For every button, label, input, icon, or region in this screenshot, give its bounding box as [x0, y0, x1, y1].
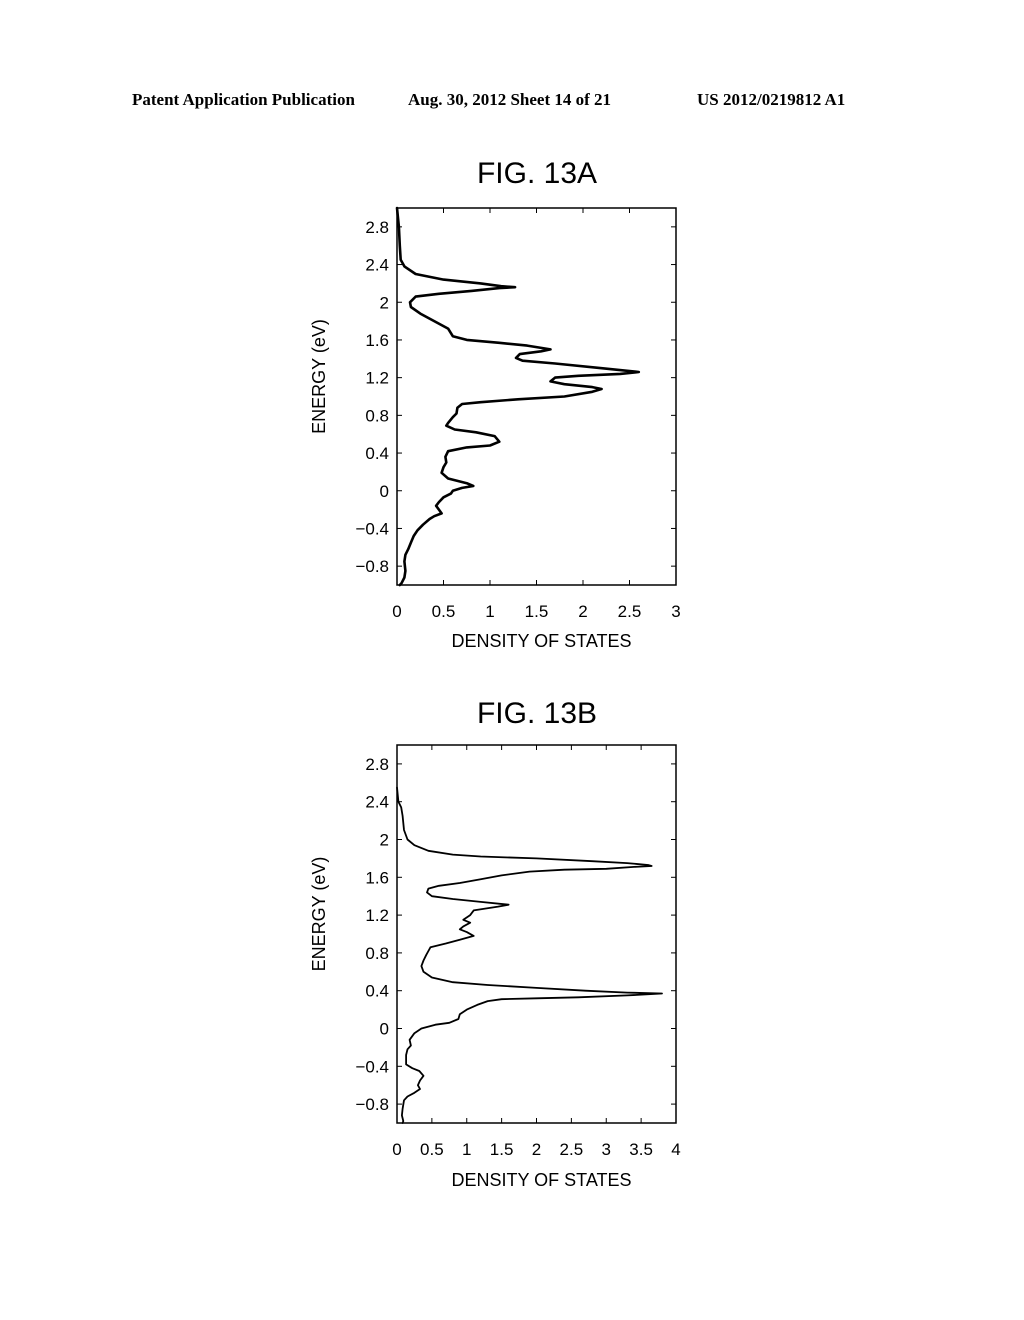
- y-tick-label: 2.4: [365, 256, 389, 275]
- y-tick-label: 1.2: [365, 369, 389, 388]
- x-tick-label: 1.5: [525, 602, 549, 621]
- x-tick-label: 1: [485, 602, 494, 621]
- y-tick-label: −0.8: [355, 557, 389, 576]
- y-tick-label: 0.8: [365, 406, 389, 425]
- chart-fig-13a: 0 0.5 1 1.5 2 2.5 3 2.8 2.4 2 1.6 1.2 0.8 0.4 0 −0.4 −0.…: [309, 206, 681, 651]
- dos-curve: [395, 206, 641, 587]
- y-tick-label: −0.4: [355, 519, 389, 538]
- y-tick-label: 0: [380, 482, 389, 501]
- plot-frame: [396, 207, 677, 586]
- y-tick-label: 2: [380, 293, 389, 312]
- y-tick-label: 0.4: [365, 444, 389, 463]
- x-tick-label: 0.5: [432, 602, 456, 621]
- x-axis-label: DENSITY OF STATES: [451, 631, 631, 651]
- y-tick-label: 2.8: [365, 218, 389, 237]
- x-tick-label: 0: [392, 602, 401, 621]
- x-tick-label: 2.5: [618, 602, 642, 621]
- y-axis-label: ENERGY (eV): [309, 319, 329, 434]
- y-tick-label: 1.6: [365, 331, 389, 350]
- x-tick-label: 3: [671, 602, 680, 621]
- x-tick-label: 2: [578, 602, 587, 621]
